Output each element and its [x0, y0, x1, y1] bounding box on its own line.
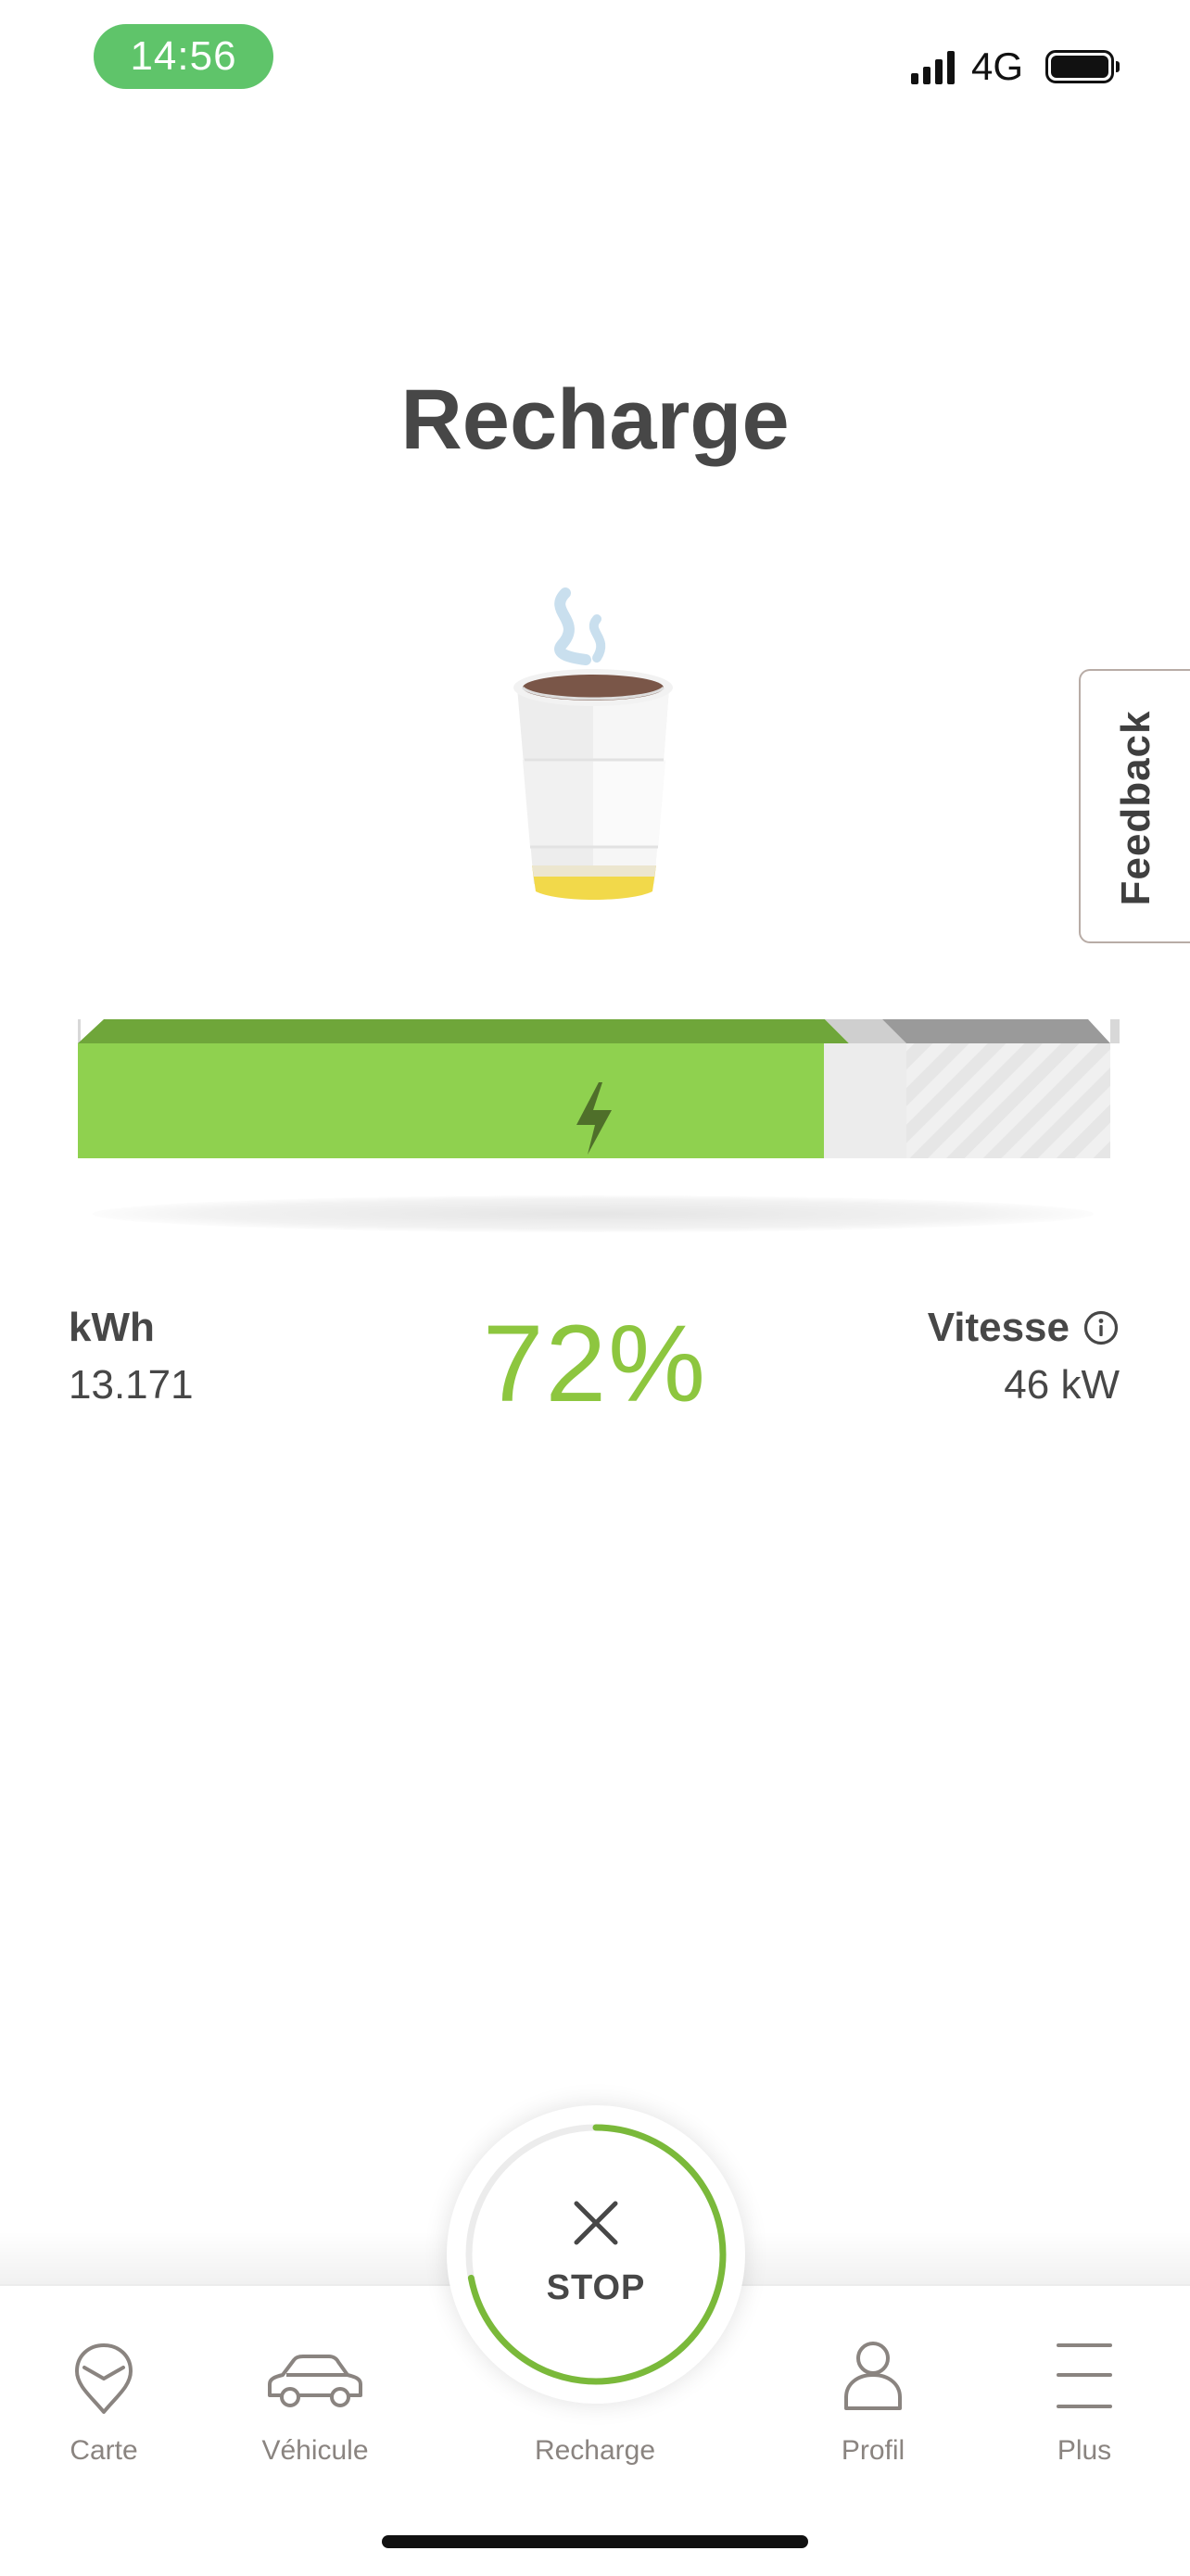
user-icon	[844, 2342, 902, 2410]
status-indicators: 4G	[910, 44, 1120, 88]
speed-stat: Vitesse 46 kW	[928, 1301, 1120, 1414]
battery-full-icon	[1045, 50, 1120, 83]
coffee-cup-icon	[513, 587, 673, 900]
page-title: Recharge	[400, 373, 790, 467]
nav-item-profil[interactable]: Profil	[771, 2286, 975, 2508]
menu-icon	[1057, 2343, 1112, 2408]
nav-item-vehicule[interactable]: Véhicule	[213, 2286, 417, 2508]
stop-charging-button[interactable]: STOP	[447, 2105, 745, 2404]
unavailable-segment	[906, 1043, 1110, 1158]
nav-label-carte: Carte	[70, 2435, 138, 2466]
car-icon	[268, 2355, 362, 2407]
nav-item-carte[interactable]: Carte	[2, 2286, 206, 2508]
stop-label: STOP	[546, 2268, 646, 2307]
feedback-tab[interactable]: Feedback	[1079, 669, 1190, 943]
home-indicator	[382, 2535, 808, 2548]
speed-value: 46 kW	[1004, 1362, 1120, 1408]
charging-progress-ring	[465, 2124, 727, 2385]
speed-label: Vitesse	[927, 1305, 1070, 1350]
nav-label-vehicule: Véhicule	[261, 2435, 369, 2466]
charged-top-bevel	[78, 1019, 849, 1043]
info-icon[interactable]	[1082, 1309, 1120, 1346]
nav-label-profil: Profil	[841, 2435, 905, 2466]
feedback-label: Feedback	[1113, 710, 1158, 906]
close-icon	[574, 2201, 618, 2245]
nav-item-plus[interactable]: Plus	[982, 2286, 1186, 2508]
charge-bar-shadow	[93, 1195, 1094, 1232]
charge-level-bar	[78, 1019, 1120, 1158]
network-label: 4G	[970, 44, 1023, 88]
buffer-segment	[824, 1043, 906, 1158]
map-pin-icon	[75, 2343, 133, 2414]
nav-label-recharge: Recharge	[534, 2435, 656, 2466]
signal-bars-icon	[910, 49, 955, 84]
status-time: 14:56	[94, 24, 273, 89]
charged-segment	[78, 1043, 824, 1158]
nav-label-plus: Plus	[1057, 2435, 1112, 2466]
